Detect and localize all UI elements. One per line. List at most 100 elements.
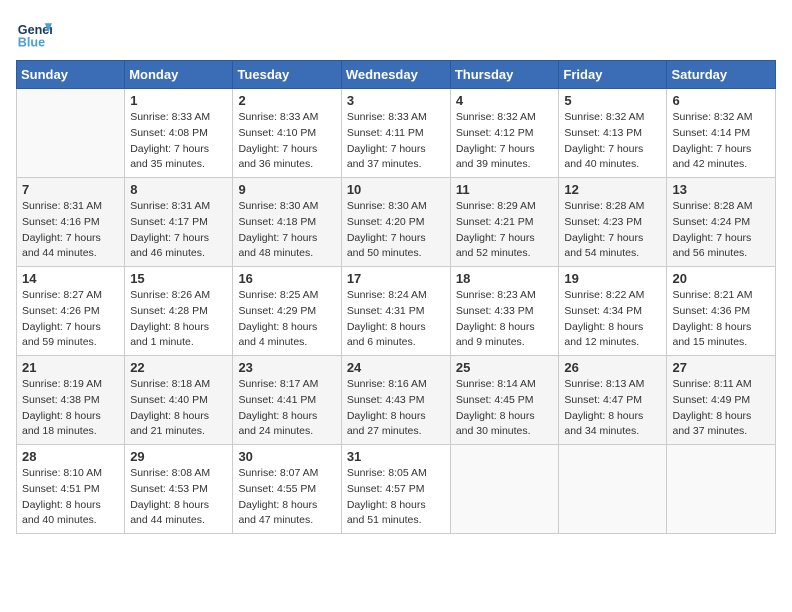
calendar-cell: 16Sunrise: 8:25 AMSunset: 4:29 PMDayligh… xyxy=(233,267,341,356)
day-info: Sunrise: 8:30 AMSunset: 4:18 PMDaylight:… xyxy=(238,199,335,262)
day-number: 7 xyxy=(22,182,119,197)
day-info: Sunrise: 8:10 AMSunset: 4:51 PMDaylight:… xyxy=(22,466,119,529)
day-info: Sunrise: 8:22 AMSunset: 4:34 PMDaylight:… xyxy=(564,288,661,351)
day-info: Sunrise: 8:13 AMSunset: 4:47 PMDaylight:… xyxy=(564,377,661,440)
calendar-cell: 7 Sunrise: 8:31 AMSunset: 4:16 PMDaylight… xyxy=(17,178,125,267)
calendar-cell: 21Sunrise: 8:19 AMSunset: 4:38 PMDayligh… xyxy=(17,356,125,445)
calendar-cell: 28 Sunrise: 8:10 AMSunset: 4:51 PMDayligh… xyxy=(17,445,125,534)
calendar-header-row: SundayMondayTuesdayWednesdayThursdayFrid… xyxy=(17,61,776,89)
column-header-sunday: Sunday xyxy=(17,61,125,89)
calendar-cell: 23 Sunrise: 8:17 AMSunset: 4:41 PMDayligh… xyxy=(233,356,341,445)
calendar-cell: 31 Sunrise: 8:05 AMSunset: 4:57 PMDayligh… xyxy=(341,445,450,534)
calendar-cell: 27 Sunrise: 8:11 AMSunset: 4:49 PMDayligh… xyxy=(667,356,776,445)
day-number: 19 xyxy=(564,271,661,286)
day-number: 20 xyxy=(672,271,770,286)
calendar-cell: 10 Sunrise: 8:30 AMSunset: 4:20 PMDayligh… xyxy=(341,178,450,267)
day-number: 23 xyxy=(238,360,335,375)
column-header-saturday: Saturday xyxy=(667,61,776,89)
calendar-week-row: 14 Sunrise: 8:27 AMSunset: 4:26 PMDayligh… xyxy=(17,267,776,356)
day-number: 18 xyxy=(456,271,554,286)
day-number: 10 xyxy=(347,182,445,197)
calendar-week-row: 1 Sunrise: 8:33 AMSunset: 4:08 PMDaylight… xyxy=(17,89,776,178)
day-number: 24 xyxy=(347,360,445,375)
logo: General Blue xyxy=(16,16,56,52)
day-info: Sunrise: 8:16 AMSunset: 4:43 PMDaylight:… xyxy=(347,377,445,440)
day-info: Sunrise: 8:26 AMSunset: 4:28 PMDaylight:… xyxy=(130,288,227,351)
day-info: Sunrise: 8:27 AMSunset: 4:26 PMDaylight:… xyxy=(22,288,119,351)
day-info: Sunrise: 8:33 AMSunset: 4:11 PMDaylight:… xyxy=(347,110,445,173)
day-number: 25 xyxy=(456,360,554,375)
calendar-cell: 13Sunrise: 8:28 AMSunset: 4:24 PMDayligh… xyxy=(667,178,776,267)
day-number: 22 xyxy=(130,360,227,375)
day-number: 29 xyxy=(130,449,227,464)
column-header-monday: Monday xyxy=(125,61,233,89)
day-info: Sunrise: 8:32 AMSunset: 4:14 PMDaylight:… xyxy=(672,110,770,173)
calendar-cell: 25 Sunrise: 8:14 AMSunset: 4:45 PMDayligh… xyxy=(450,356,559,445)
calendar-cell: 1 Sunrise: 8:33 AMSunset: 4:08 PMDaylight… xyxy=(125,89,233,178)
column-header-wednesday: Wednesday xyxy=(341,61,450,89)
calendar-cell: 6 Sunrise: 8:32 AMSunset: 4:14 PMDaylight… xyxy=(667,89,776,178)
day-number: 5 xyxy=(564,93,661,108)
calendar-cell: 29 Sunrise: 8:08 AMSunset: 4:53 PMDayligh… xyxy=(125,445,233,534)
calendar-cell: 26 Sunrise: 8:13 AMSunset: 4:47 PMDayligh… xyxy=(559,356,667,445)
column-header-friday: Friday xyxy=(559,61,667,89)
calendar-week-row: 7 Sunrise: 8:31 AMSunset: 4:16 PMDaylight… xyxy=(17,178,776,267)
day-number: 9 xyxy=(238,182,335,197)
calendar-week-row: 28 Sunrise: 8:10 AMSunset: 4:51 PMDayligh… xyxy=(17,445,776,534)
day-number: 16 xyxy=(238,271,335,286)
day-number: 6 xyxy=(672,93,770,108)
day-info: Sunrise: 8:19 AMSunset: 4:38 PMDaylight:… xyxy=(22,377,119,440)
day-info: Sunrise: 8:31 AMSunset: 4:16 PMDaylight:… xyxy=(22,199,119,262)
day-info: Sunrise: 8:33 AMSunset: 4:10 PMDaylight:… xyxy=(238,110,335,173)
day-number: 17 xyxy=(347,271,445,286)
calendar-cell: 22 Sunrise: 8:18 AMSunset: 4:40 PMDayligh… xyxy=(125,356,233,445)
day-number: 28 xyxy=(22,449,119,464)
calendar-cell: 24 Sunrise: 8:16 AMSunset: 4:43 PMDayligh… xyxy=(341,356,450,445)
column-header-tuesday: Tuesday xyxy=(233,61,341,89)
day-info: Sunrise: 8:08 AMSunset: 4:53 PMDaylight:… xyxy=(130,466,227,529)
day-number: 1 xyxy=(130,93,227,108)
calendar-cell: 20Sunrise: 8:21 AMSunset: 4:36 PMDayligh… xyxy=(667,267,776,356)
calendar-cell: 12 Sunrise: 8:28 AMSunset: 4:23 PMDayligh… xyxy=(559,178,667,267)
day-number: 2 xyxy=(238,93,335,108)
calendar-week-row: 21Sunrise: 8:19 AMSunset: 4:38 PMDayligh… xyxy=(17,356,776,445)
page-header: General Blue xyxy=(16,16,776,52)
day-info: Sunrise: 8:07 AMSunset: 4:55 PMDaylight:… xyxy=(238,466,335,529)
day-info: Sunrise: 8:30 AMSunset: 4:20 PMDaylight:… xyxy=(347,199,445,262)
day-number: 3 xyxy=(347,93,445,108)
day-info: Sunrise: 8:05 AMSunset: 4:57 PMDaylight:… xyxy=(347,466,445,529)
day-info: Sunrise: 8:28 AMSunset: 4:23 PMDaylight:… xyxy=(564,199,661,262)
calendar-cell: 5 Sunrise: 8:32 AMSunset: 4:13 PMDaylight… xyxy=(559,89,667,178)
calendar-cell xyxy=(559,445,667,534)
calendar-cell: 11Sunrise: 8:29 AMSunset: 4:21 PMDayligh… xyxy=(450,178,559,267)
day-info: Sunrise: 8:28 AMSunset: 4:24 PMDaylight:… xyxy=(672,199,770,262)
calendar-cell xyxy=(450,445,559,534)
calendar-cell: 4 Sunrise: 8:32 AMSunset: 4:12 PMDaylight… xyxy=(450,89,559,178)
day-info: Sunrise: 8:24 AMSunset: 4:31 PMDaylight:… xyxy=(347,288,445,351)
day-info: Sunrise: 8:17 AMSunset: 4:41 PMDaylight:… xyxy=(238,377,335,440)
day-number: 11 xyxy=(456,182,554,197)
day-number: 26 xyxy=(564,360,661,375)
calendar-cell xyxy=(17,89,125,178)
calendar-cell: 19 Sunrise: 8:22 AMSunset: 4:34 PMDayligh… xyxy=(559,267,667,356)
day-info: Sunrise: 8:32 AMSunset: 4:13 PMDaylight:… xyxy=(564,110,661,173)
day-number: 27 xyxy=(672,360,770,375)
day-number: 15 xyxy=(130,271,227,286)
calendar-cell: 17 Sunrise: 8:24 AMSunset: 4:31 PMDayligh… xyxy=(341,267,450,356)
calendar-cell xyxy=(667,445,776,534)
day-number: 31 xyxy=(347,449,445,464)
day-info: Sunrise: 8:14 AMSunset: 4:45 PMDaylight:… xyxy=(456,377,554,440)
day-info: Sunrise: 8:33 AMSunset: 4:08 PMDaylight:… xyxy=(130,110,227,173)
day-number: 14 xyxy=(22,271,119,286)
calendar-cell: 8 Sunrise: 8:31 AMSunset: 4:17 PMDaylight… xyxy=(125,178,233,267)
day-info: Sunrise: 8:23 AMSunset: 4:33 PMDaylight:… xyxy=(456,288,554,351)
day-info: Sunrise: 8:18 AMSunset: 4:40 PMDaylight:… xyxy=(130,377,227,440)
calendar-cell: 9 Sunrise: 8:30 AMSunset: 4:18 PMDaylight… xyxy=(233,178,341,267)
calendar-cell: 18 Sunrise: 8:23 AMSunset: 4:33 PMDayligh… xyxy=(450,267,559,356)
day-info: Sunrise: 8:11 AMSunset: 4:49 PMDaylight:… xyxy=(672,377,770,440)
day-number: 4 xyxy=(456,93,554,108)
day-number: 8 xyxy=(130,182,227,197)
day-number: 12 xyxy=(564,182,661,197)
day-info: Sunrise: 8:32 AMSunset: 4:12 PMDaylight:… xyxy=(456,110,554,173)
day-info: Sunrise: 8:31 AMSunset: 4:17 PMDaylight:… xyxy=(130,199,227,262)
